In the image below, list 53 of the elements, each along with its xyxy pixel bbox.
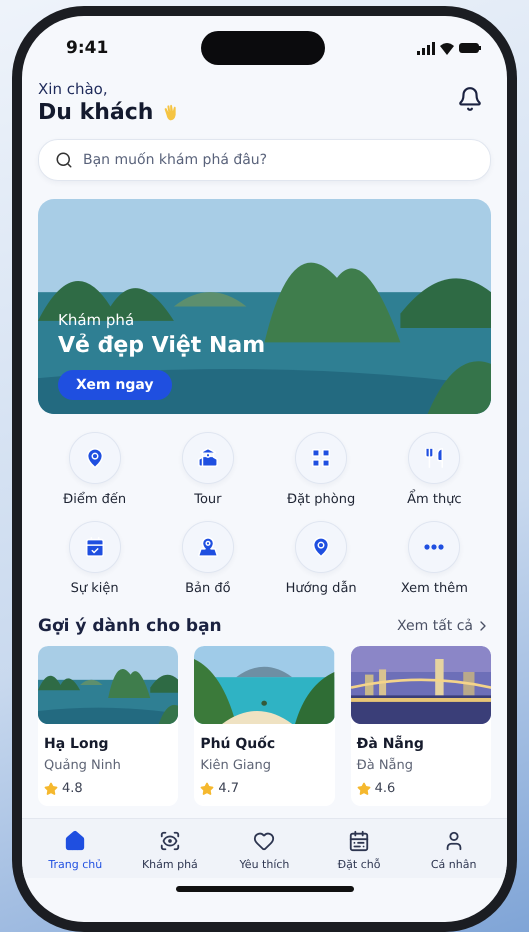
- tab[interactable]: Cá nhân: [414, 829, 494, 872]
- battery-icon: [458, 43, 481, 53]
- destination-name: Hạ Long: [44, 736, 110, 752]
- fork-knife-icon: [423, 447, 446, 469]
- category-button[interactable]: Ẩm thực: [378, 432, 491, 507]
- map-pin-icon: [196, 536, 219, 558]
- star-icon: [200, 782, 214, 796]
- destination-region: Đà Nẵng: [356, 758, 414, 773]
- destination-card[interactable]: Đà Nẵng Đà Nẵng 4.6: [350, 646, 491, 806]
- category-button[interactable]: Điểm đến: [38, 432, 152, 507]
- grid-icon: [310, 447, 332, 469]
- category-button[interactable]: Tour: [151, 432, 264, 507]
- destination-card[interactable]: Phú Quốc Kiên Giang 4.7: [194, 646, 335, 806]
- category-button[interactable]: Sự kiện: [38, 521, 152, 596]
- hero-title: Vẻ đẹp Việt Nam: [58, 333, 266, 358]
- destination-name: Phú Quốc: [200, 736, 276, 752]
- tab[interactable]: Trang chủ: [35, 829, 116, 872]
- status-time: 9:41: [66, 38, 108, 58]
- user-name: Du khách: [38, 100, 154, 125]
- destination-region: Quảng Ninh: [44, 758, 122, 773]
- category-button[interactable]: Đặt phòng: [264, 432, 378, 507]
- search-field[interactable]: Bạn muốn khám phá đâu?: [83, 140, 474, 180]
- greeting: Xin chào,: [38, 80, 109, 98]
- search-bar[interactable]: Bạn muốn khám phá đâu?: [38, 139, 491, 181]
- rating: 4.6: [374, 781, 396, 796]
- rating: 4.8: [62, 781, 83, 796]
- star-icon: [356, 782, 371, 796]
- signal-icon: [416, 42, 435, 54]
- calendar-icon: [84, 536, 106, 558]
- see-all-link[interactable]: Xem tất cả: [397, 618, 491, 634]
- destination-region: Kiên Giang: [200, 758, 272, 773]
- rating: 4.7: [218, 781, 240, 796]
- heart-icon: [253, 830, 276, 852]
- hero-kicker: Khám phá: [58, 311, 134, 329]
- search-icon: [55, 151, 73, 169]
- section-title: Gợi ý dành cho bạn: [38, 616, 222, 636]
- category-button[interactable]: Bản đồ: [151, 521, 264, 596]
- building-icon: [196, 447, 219, 469]
- star-icon: [44, 782, 58, 796]
- destination-card[interactable]: Hạ Long Quảng Ninh 4.8: [38, 646, 178, 806]
- notification-icon[interactable]: [457, 86, 483, 112]
- calendar-icon: [348, 830, 370, 852]
- tab[interactable]: Đặt chỗ: [319, 829, 400, 872]
- category-button[interactable]: Xem thêm: [378, 521, 491, 596]
- tab[interactable]: Khám phá: [130, 829, 210, 872]
- tab[interactable]: Yêu thích: [224, 829, 304, 872]
- destination-name: Đà Nẵng: [356, 736, 425, 752]
- home-icon: [64, 830, 86, 852]
- eye-icon: [158, 830, 181, 852]
- category-button[interactable]: Hướng dẫn: [264, 521, 378, 596]
- view-now-button[interactable]: Xem ngay: [58, 370, 172, 400]
- more-icon: [424, 544, 444, 550]
- wifi-icon: [440, 42, 454, 54]
